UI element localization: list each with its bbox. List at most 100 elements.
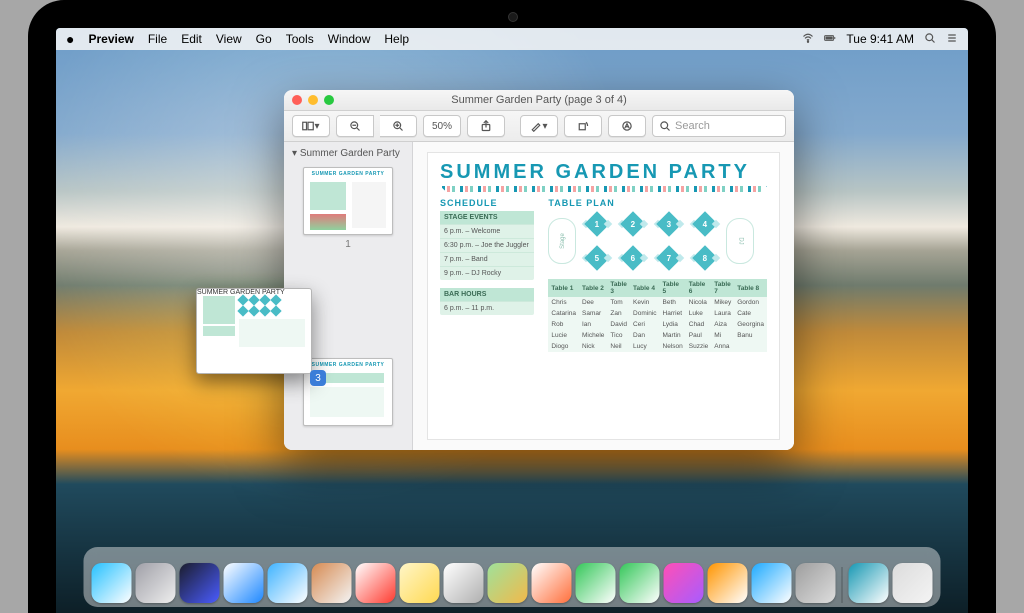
seating-cell: Gordon xyxy=(734,297,767,308)
markup-button[interactable] xyxy=(608,115,646,137)
stage-marker: Stage xyxy=(548,218,576,264)
page-thumbnail-1[interactable]: SUMMER GARDEN PARTY xyxy=(303,167,393,235)
clock[interactable]: Tue 9:41 AM xyxy=(846,32,914,46)
seating-cell: Dominic xyxy=(630,308,659,319)
minimize-button[interactable] xyxy=(308,95,318,105)
menu-edit[interactable]: Edit xyxy=(181,32,202,46)
seating-cell: Lucie xyxy=(548,330,579,341)
stage-events-header: STAGE EVENTS xyxy=(440,211,534,224)
seating-cell: Georgina xyxy=(734,319,767,330)
camera xyxy=(508,12,518,22)
close-button[interactable] xyxy=(292,95,302,105)
zoom-out-button[interactable] xyxy=(336,115,374,137)
screen-bezel: ● Preview File Edit View Go Tools Window… xyxy=(28,0,996,613)
dock-app-contacts[interactable] xyxy=(312,563,352,603)
dock-app-maps[interactable] xyxy=(488,563,528,603)
titlebar[interactable]: Summer Garden Party (page 3 of 4) xyxy=(284,90,794,111)
seating-header: Table 7 xyxy=(711,279,734,297)
dock-app-ibooks[interactable] xyxy=(708,563,748,603)
tableplan-heading: TABLE PLAN xyxy=(548,198,767,208)
seating-cell: Martin xyxy=(660,330,686,341)
dock-separator xyxy=(842,567,843,603)
share-button[interactable] xyxy=(467,115,505,137)
dragged-page-thumbnail[interactable]: SUMMER GARDEN PARTY xyxy=(196,288,312,374)
dock-app-appstore[interactable] xyxy=(752,563,792,603)
seating-cell: Nelson xyxy=(660,341,686,352)
seating-cell: David xyxy=(607,319,630,330)
menu-go[interactable]: Go xyxy=(256,32,272,46)
zoom-level[interactable]: 50% xyxy=(423,115,461,137)
table-marker-7: 7 xyxy=(656,245,682,271)
dock-app-preferences[interactable] xyxy=(796,563,836,603)
wifi-icon[interactable] xyxy=(802,32,814,47)
app-name[interactable]: Preview xyxy=(88,32,133,46)
dock-app-finder[interactable] xyxy=(92,563,132,603)
zoom-in-button[interactable] xyxy=(380,115,417,137)
seating-cell: Chris xyxy=(548,297,579,308)
dock-app-facetime[interactable] xyxy=(620,563,660,603)
seating-cell: Harriet xyxy=(660,308,686,319)
dock-app-mail[interactable] xyxy=(268,563,308,603)
dock-app-calendar[interactable] xyxy=(356,563,396,603)
dock-app-downloads[interactable] xyxy=(849,563,889,603)
view-mode-button[interactable]: ▾ xyxy=(292,115,330,137)
table-marker-1: 1 xyxy=(584,211,610,237)
dock-app-messages[interactable] xyxy=(576,563,616,603)
fullscreen-button[interactable] xyxy=(324,95,334,105)
dock-app-siri[interactable] xyxy=(180,563,220,603)
menu-help[interactable]: Help xyxy=(384,32,409,46)
seating-header: Table 5 xyxy=(660,279,686,297)
spotlight-icon[interactable] xyxy=(924,32,936,47)
seating-cell: Ceri xyxy=(630,319,659,330)
seating-cell: Luke xyxy=(686,308,712,319)
seating-cell: Samar xyxy=(579,308,607,319)
dock xyxy=(84,547,941,607)
dock-app-launchpad[interactable] xyxy=(136,563,176,603)
seating-cell: Zan xyxy=(607,308,630,319)
battery-icon[interactable] xyxy=(824,32,836,47)
highlight-button[interactable]: ▾ xyxy=(520,115,558,137)
dock-app-reminders[interactable] xyxy=(444,563,484,603)
bunting-decoration xyxy=(440,186,767,192)
seating-header: Table 1 xyxy=(548,279,579,297)
dock-app-photos[interactable] xyxy=(532,563,572,603)
menu-tools[interactable]: Tools xyxy=(286,32,314,46)
seating-cell: Laura xyxy=(711,308,734,319)
dock-app-trash[interactable] xyxy=(893,563,933,603)
dock-app-safari[interactable] xyxy=(224,563,264,603)
dock-app-notes[interactable] xyxy=(400,563,440,603)
toolbar: ▾ 50% ▾ Search xyxy=(284,111,794,142)
menu-file[interactable]: File xyxy=(148,32,167,46)
dock-app-itunes[interactable] xyxy=(664,563,704,603)
notification-center-icon[interactable] xyxy=(946,32,958,47)
seating-cell: Nicola xyxy=(686,297,712,308)
seating-cell: Rob xyxy=(548,319,579,330)
page-thumbnail-4[interactable]: SUMMER GARDEN PARTY xyxy=(303,358,393,426)
menu-window[interactable]: Window xyxy=(328,32,371,46)
seating-cell: Dan xyxy=(630,330,659,341)
seating-cell: Kevin xyxy=(630,297,659,308)
desktop-screen: ● Preview File Edit View Go Tools Window… xyxy=(56,28,968,613)
seating-cell: Mikey xyxy=(711,297,734,308)
dj-marker: DJ xyxy=(726,218,754,264)
rotate-button[interactable] xyxy=(564,115,602,137)
schedule-heading: SCHEDULE xyxy=(440,198,534,208)
doc-title: SUMMER GARDEN PARTY xyxy=(440,161,767,184)
seating-cell: Tico xyxy=(607,330,630,341)
table-marker-3: 3 xyxy=(656,211,682,237)
seating-cell: Chad xyxy=(686,319,712,330)
apple-menu[interactable]: ● xyxy=(66,32,74,46)
bar-hours-box: BAR HOURS 6 p.m. – 11 p.m. xyxy=(440,288,534,315)
seating-header: Table 8 xyxy=(734,279,767,297)
menu-view[interactable]: View xyxy=(216,32,242,46)
page-number-1: 1 xyxy=(345,239,351,250)
search-field[interactable]: Search xyxy=(652,115,786,137)
document-viewport[interactable]: SUMMER GARDEN PARTY SCHEDULE STAGE EVENT… xyxy=(413,142,794,450)
seating-cell: Nick xyxy=(579,341,607,352)
seating-cell: Banu xyxy=(734,330,767,341)
drag-page-badge: 3 xyxy=(310,370,326,386)
seating-cell: Lydia xyxy=(660,319,686,330)
seating-cell: Diogo xyxy=(548,341,579,352)
sidebar-doc-title: ▾ Summer Garden Party xyxy=(292,148,400,159)
table-plan-diagram: Stage 1234 5678 DJ xyxy=(548,211,767,271)
